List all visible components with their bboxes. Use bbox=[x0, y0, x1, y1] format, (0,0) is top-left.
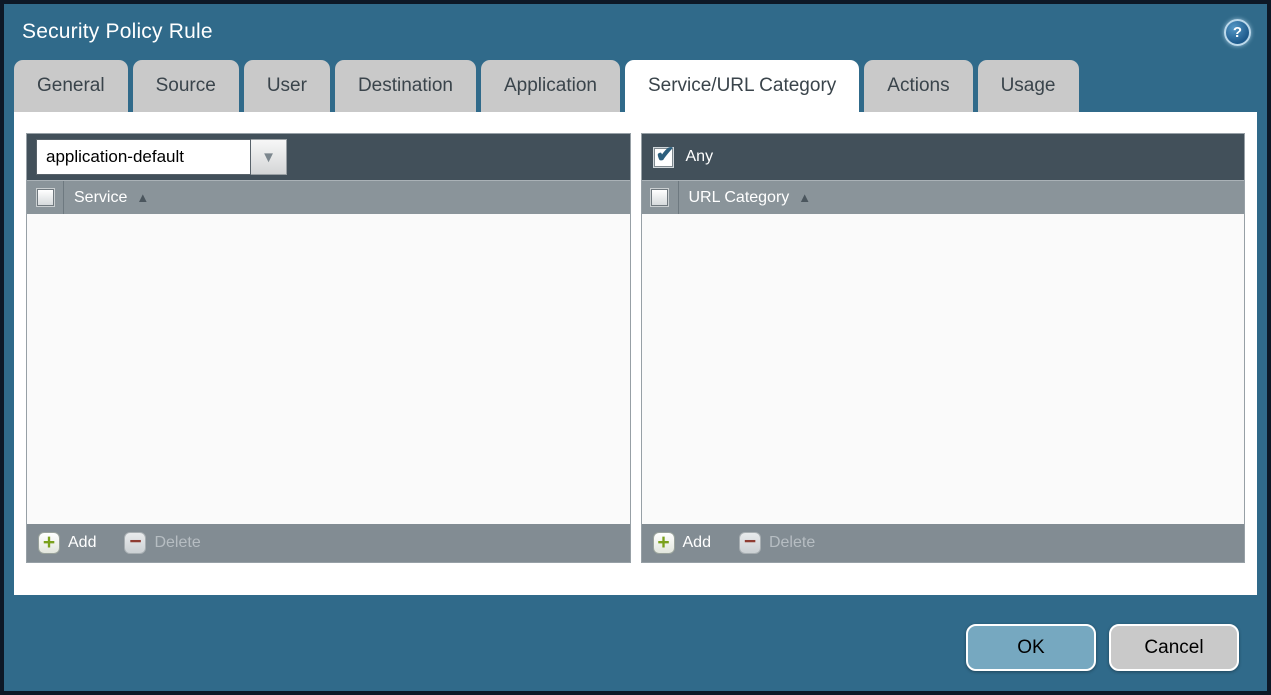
tab-user[interactable]: User bbox=[243, 60, 330, 112]
help-icon[interactable]: ? bbox=[1224, 18, 1251, 46]
url-category-panel-toolbar: ✔ Any bbox=[641, 134, 1244, 180]
tab-destination[interactable]: Destination bbox=[334, 60, 476, 112]
service-delete-button[interactable]: − Delete bbox=[124, 531, 201, 554]
service-table-body[interactable] bbox=[27, 214, 630, 524]
service-add-label: Add bbox=[68, 534, 97, 551]
sort-ascending-icon: ▲ bbox=[798, 190, 812, 205]
service-select-all-checkbox[interactable] bbox=[36, 189, 54, 206]
service-table-header: Service ▲ bbox=[27, 180, 630, 214]
service-select-all-cell bbox=[27, 181, 64, 214]
tab-actions[interactable]: Actions bbox=[864, 60, 973, 112]
url-category-column-header[interactable]: URL Category ▲ bbox=[689, 189, 812, 207]
tab-service-url-category[interactable]: Service/URL Category bbox=[624, 60, 860, 112]
add-plus-icon: + bbox=[652, 532, 675, 554]
url-category-column-label: URL Category bbox=[688, 188, 790, 206]
ok-button[interactable]: OK bbox=[966, 624, 1096, 671]
url-category-select-all-cell bbox=[642, 181, 679, 214]
url-category-add-button[interactable]: + Add bbox=[652, 532, 711, 554]
tab-application[interactable]: Application bbox=[481, 60, 620, 112]
service-url-category-page: application-default ▼ Service ▲ + Add − … bbox=[14, 112, 1257, 595]
url-category-table-body[interactable] bbox=[641, 214, 1244, 524]
url-category-delete-button[interactable]: − Delete bbox=[738, 531, 816, 554]
service-panel-toolbar: application-default ▼ bbox=[27, 134, 630, 180]
dialog-title: Security Policy Rule bbox=[22, 20, 213, 43]
any-row: ✔ Any bbox=[651, 141, 714, 167]
security-policy-rule-dialog: Security Policy Rule ? General Source Us… bbox=[0, 0, 1271, 695]
checkmark-icon: ✔ bbox=[655, 140, 675, 167]
add-plus-icon: + bbox=[38, 532, 60, 554]
tab-general[interactable]: General bbox=[14, 60, 128, 112]
delete-minus-icon: − bbox=[738, 531, 761, 554]
url-category-table-header: URL Category ▲ bbox=[641, 180, 1244, 214]
sort-ascending-icon: ▲ bbox=[136, 190, 150, 205]
url-category-add-label: Add bbox=[682, 534, 711, 551]
service-column-header[interactable]: Service ▲ bbox=[74, 189, 149, 207]
any-label: Any bbox=[685, 148, 714, 165]
tab-source[interactable]: Source bbox=[132, 60, 239, 112]
cancel-button[interactable]: Cancel bbox=[1109, 624, 1239, 671]
titlebar: Security Policy Rule ? bbox=[4, 4, 1267, 60]
dialog-footer: OK Cancel bbox=[966, 624, 1239, 671]
url-category-panel: ✔ Any URL Category ▲ + Add − Delete bbox=[640, 133, 1245, 563]
url-category-select-all-checkbox[interactable] bbox=[651, 189, 668, 206]
service-type-dropdown-value[interactable]: application-default bbox=[36, 139, 251, 175]
delete-minus-icon: − bbox=[124, 531, 147, 554]
service-panel: application-default ▼ Service ▲ + Add − … bbox=[26, 133, 631, 563]
service-add-button[interactable]: + Add bbox=[38, 532, 96, 554]
service-type-dropdown[interactable]: application-default ▼ bbox=[36, 139, 287, 175]
url-category-panel-footer: + Add − Delete bbox=[641, 524, 1244, 562]
tab-usage[interactable]: Usage bbox=[977, 60, 1079, 112]
service-panel-footer: + Add − Delete bbox=[27, 524, 630, 562]
service-column-label: Service bbox=[74, 188, 128, 206]
tabstrip: General Source User Destination Applicat… bbox=[4, 60, 1267, 112]
url-category-delete-label: Delete bbox=[768, 534, 816, 551]
chevron-down-icon[interactable]: ▼ bbox=[251, 139, 287, 175]
any-checkbox[interactable]: ✔ bbox=[653, 141, 675, 167]
service-delete-label: Delete bbox=[154, 534, 201, 551]
